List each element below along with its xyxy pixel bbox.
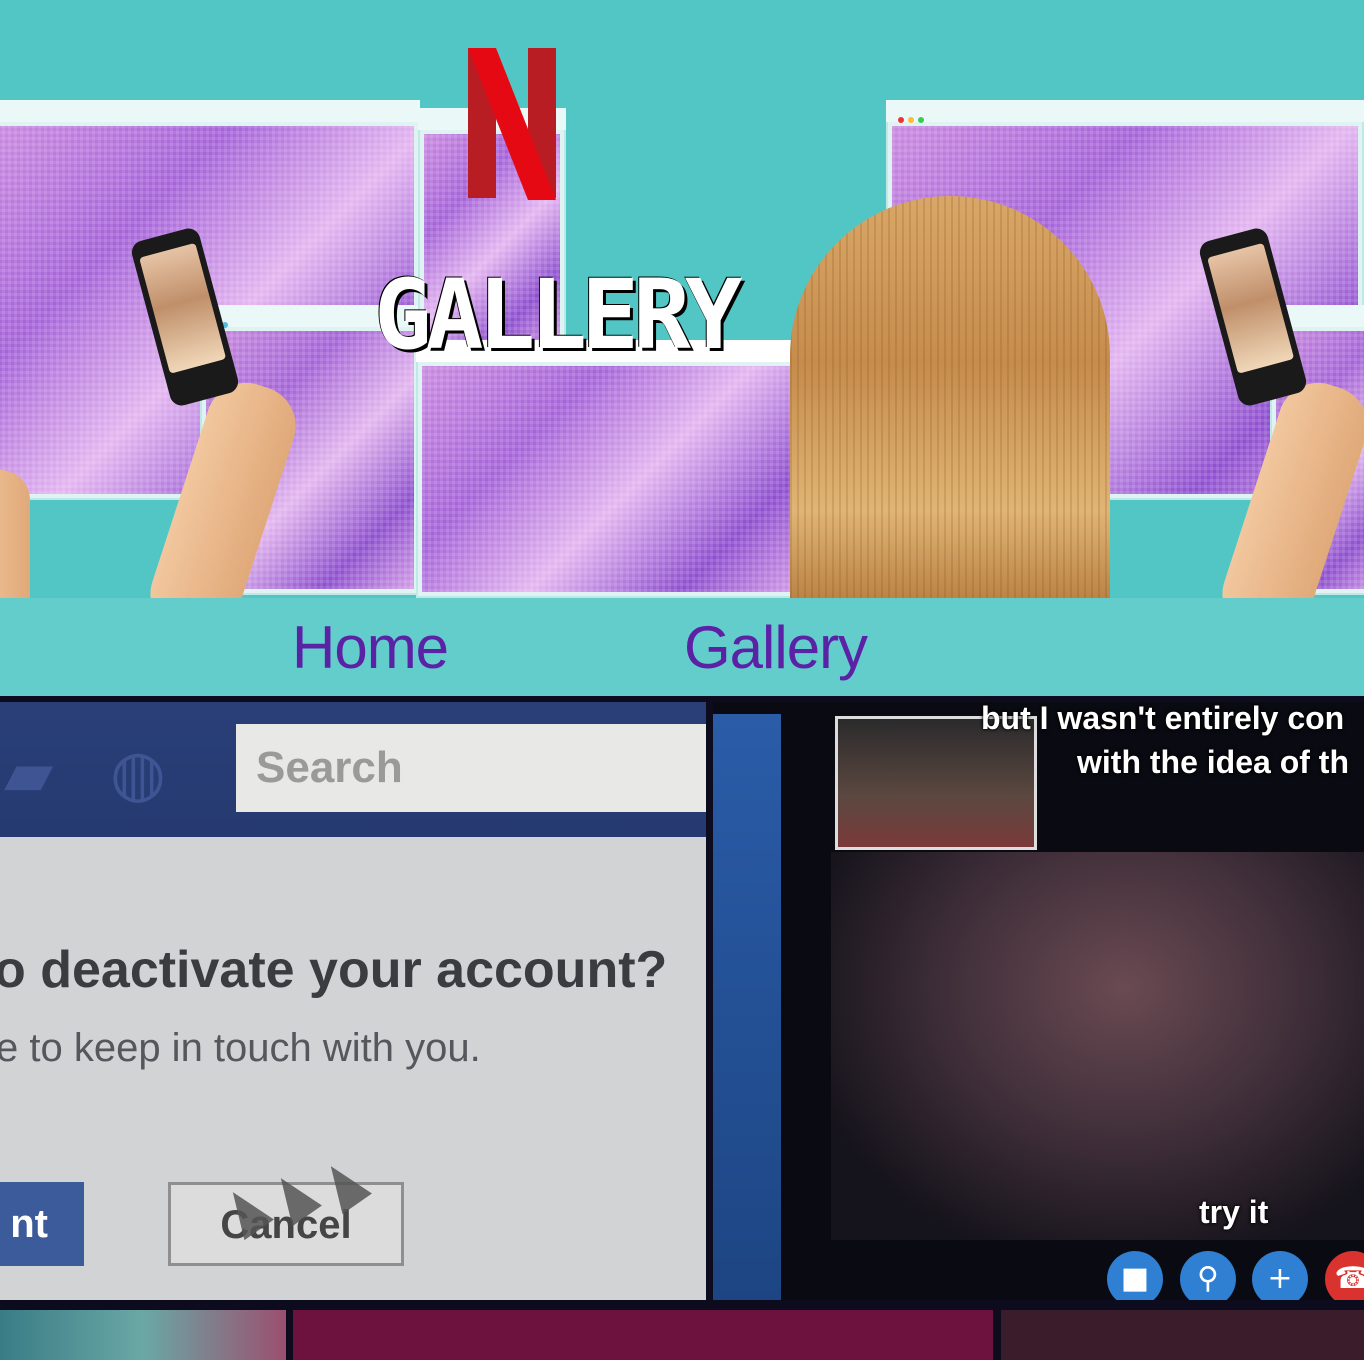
plus-icon[interactable]: + bbox=[1252, 1251, 1308, 1300]
hair-illustration bbox=[790, 196, 1110, 598]
video-camera-icon[interactable]: ■ bbox=[1107, 1251, 1163, 1300]
hero-title: GALLERY bbox=[374, 267, 794, 363]
deactivate-confirm-button[interactable]: nt bbox=[0, 1182, 84, 1266]
nav-gallery-link[interactable]: Gallery bbox=[684, 612, 868, 684]
hero-banner: GALLERY bbox=[0, 0, 1364, 598]
arm bbox=[0, 470, 30, 598]
globe-icon: ◍ bbox=[110, 737, 166, 811]
nav-bar: Home Gallery bbox=[0, 598, 1364, 696]
subtitle-line-3: try it bbox=[1199, 1194, 1269, 1230]
subtitle-line-1: but I wasn't entirely con bbox=[981, 702, 1345, 736]
gallery-tile-bottom-1[interactable] bbox=[0, 1310, 286, 1360]
netflix-logo-icon bbox=[468, 48, 556, 200]
gallery-tile-deactivate[interactable]: ▰ ◍ Search o deactivate your account? e … bbox=[0, 702, 706, 1300]
facebook-header: ▰ ◍ Search bbox=[0, 702, 706, 837]
subtitle-line-2: with the idea of th bbox=[1077, 744, 1349, 780]
hang-up-icon[interactable]: ☎ bbox=[1325, 1251, 1364, 1300]
gallery-tile-video-call[interactable]: but I wasn't entirely con with the idea … bbox=[713, 702, 1364, 1300]
gallery-tile-bottom-2[interactable] bbox=[293, 1310, 993, 1360]
gallery-tile-bottom-3[interactable] bbox=[1001, 1310, 1364, 1360]
nav-home-link[interactable]: Home bbox=[292, 612, 449, 684]
deactivate-subtext: e to keep in touch with you. bbox=[0, 1026, 481, 1070]
desktop-sidebar bbox=[713, 714, 781, 1300]
search-input[interactable]: Search bbox=[236, 724, 706, 812]
browser-window-center-low bbox=[416, 340, 806, 598]
microphone-icon[interactable]: ⚲ bbox=[1180, 1251, 1236, 1300]
video-call-main-feed bbox=[831, 852, 1364, 1240]
messages-icon: ▰ bbox=[4, 737, 54, 811]
deactivate-question: o deactivate your account? bbox=[0, 941, 668, 999]
